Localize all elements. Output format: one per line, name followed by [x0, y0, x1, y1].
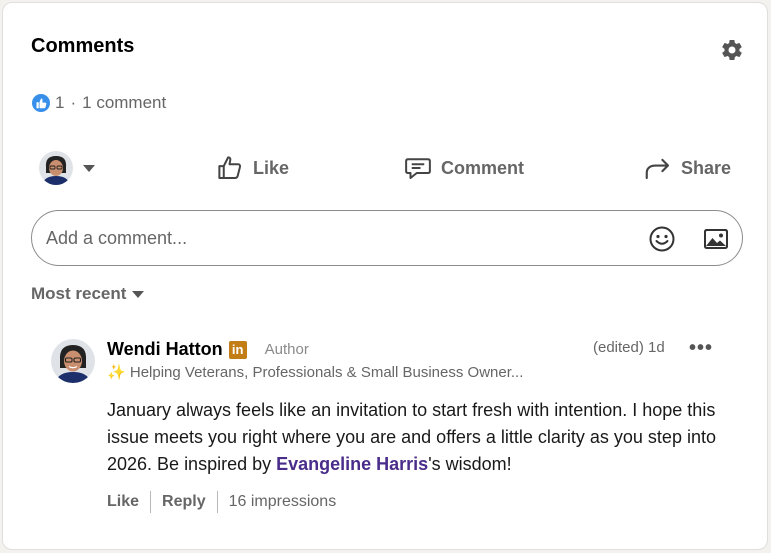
like-icon: [31, 93, 51, 113]
comment-text: January always feels like an invitation …: [107, 397, 727, 478]
chevron-down-icon: [83, 164, 95, 172]
avatar: [39, 151, 73, 185]
mention-link[interactable]: Evangeline Harris: [276, 454, 428, 474]
chevron-down-icon: [132, 290, 145, 298]
sort-label: Most recent: [31, 284, 127, 303]
linkedin-premium-icon: in: [228, 340, 247, 359]
comment-actions: Like Reply 16 impressions: [107, 491, 336, 513]
commenter-avatar[interactable]: [51, 339, 95, 383]
like-button[interactable]: Like: [215, 145, 289, 191]
sort-dropdown[interactable]: Most recent: [31, 284, 145, 304]
share-arrow-icon: [645, 158, 670, 180]
image-icon[interactable]: [702, 225, 730, 253]
sparkles-icon: ✨: [107, 364, 126, 381]
author-badge: Author: [264, 341, 309, 358]
comment-text-end: 's wisdom!: [428, 454, 512, 474]
share-label: Share: [681, 157, 732, 178]
impressions-count: 16 impressions: [228, 493, 337, 510]
separator-dot: ·: [70, 93, 77, 112]
comment-label: Comment: [441, 157, 525, 178]
comment-like-button[interactable]: Like: [107, 493, 139, 511]
comment-input[interactable]: [32, 218, 622, 258]
commenter-headline: ✨ Helping Veterans, Professionals & Smal…: [107, 363, 523, 381]
action-bar: Like Comment Share: [3, 145, 769, 191]
comment-meta: (edited) 1d: [593, 339, 665, 356]
commenter-name[interactable]: Wendi Hatton: [107, 339, 223, 360]
emoji-icon[interactable]: [648, 225, 676, 253]
comment-button[interactable]: Comment: [403, 145, 524, 191]
comments-panel: Comments 1 · 1 comment Like Comment Shar…: [2, 2, 768, 550]
like-label: Like: [253, 157, 290, 178]
divider: [150, 491, 152, 513]
comment-reply-button[interactable]: Reply: [162, 493, 206, 511]
reaction-count[interactable]: 1: [55, 93, 64, 113]
divider: [216, 491, 218, 513]
share-button[interactable]: Share: [643, 145, 731, 191]
panel-title: Comments: [31, 35, 135, 57]
headline-text: Helping Veterans, Professionals & Small …: [129, 364, 524, 381]
thumbs-up-icon: [218, 156, 242, 179]
comment-icon: [405, 158, 431, 179]
comment-time: 1d: [648, 339, 665, 356]
more-options-icon[interactable]: •••: [689, 337, 713, 360]
actor-switcher-button[interactable]: [39, 145, 95, 191]
reactions-summary: 1 · 1 comment: [31, 92, 166, 114]
comment-count[interactable]: 1 comment: [82, 93, 166, 113]
comment-composer: [31, 210, 743, 266]
gear-icon[interactable]: [720, 38, 744, 62]
comment-header: Wendi Hatton in Author: [107, 339, 309, 360]
edited-label: (edited): [593, 339, 644, 356]
